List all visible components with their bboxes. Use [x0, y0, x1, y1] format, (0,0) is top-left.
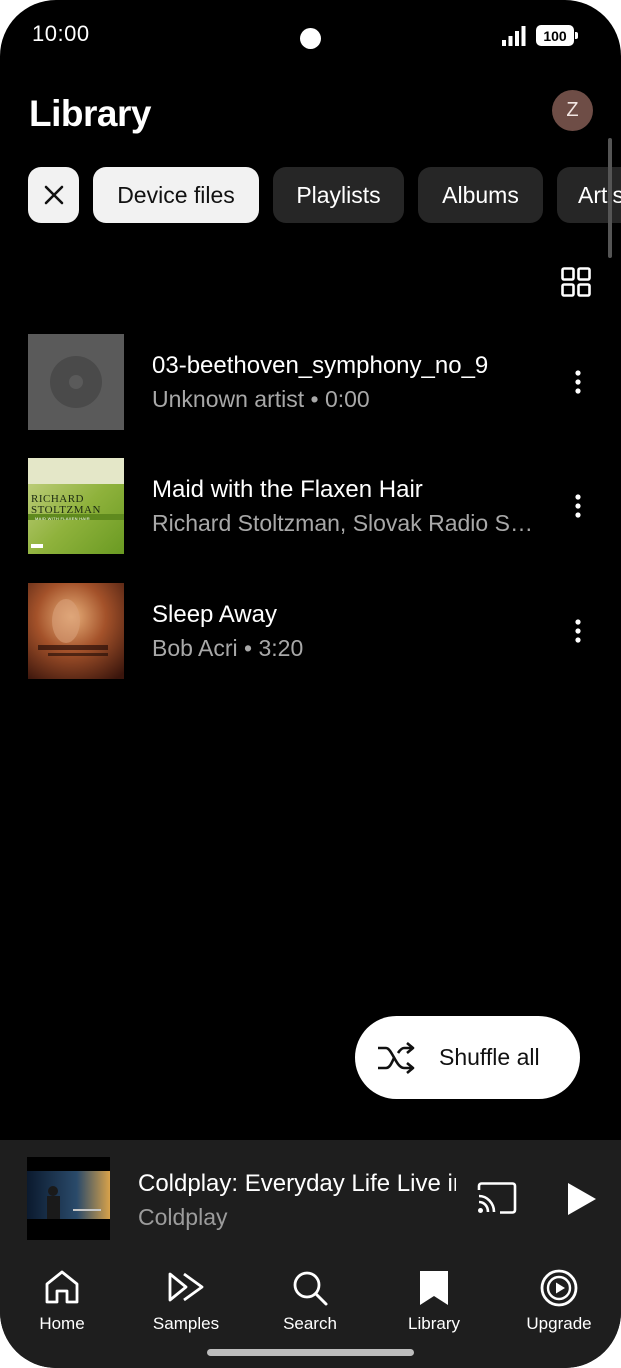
library-icon	[420, 1271, 448, 1305]
album-cover-image	[28, 583, 124, 679]
chip-device-files[interactable]: Device files	[93, 167, 259, 223]
mini-player[interactable]: Coldplay: Everyday Life Live in Jordan C…	[0, 1140, 621, 1258]
now-playing-title: Coldplay: Everyday Life Live in Jordan	[138, 1170, 456, 1197]
nav-upgrade[interactable]: Upgrade	[509, 1258, 609, 1338]
track-title: 03-beethoven_symphony_no_9	[152, 352, 489, 379]
track-title: Maid with the Flaxen Hair	[152, 476, 423, 503]
home-indicator[interactable]	[207, 1349, 414, 1356]
status-time: 10:00	[32, 21, 90, 46]
camera-cutout	[300, 28, 321, 49]
avatar[interactable]: Z	[552, 90, 593, 131]
album-cover-image	[27, 1157, 110, 1240]
battery-icon: 100	[536, 25, 578, 46]
list-item[interactable]: RICHARD STOLTZMAN MAID WITH FLAXEN HAIR …	[0, 458, 621, 554]
phone-screen: 10:00 100 Library Z Device files Playlis…	[0, 0, 621, 1368]
nav-home[interactable]: Home	[12, 1258, 112, 1338]
nav-samples[interactable]: Samples	[136, 1258, 236, 1338]
scrollbar[interactable]	[608, 138, 612, 258]
now-playing-artist: Coldplay	[138, 1204, 228, 1230]
track-subtitle: Bob Acri • 3:20	[152, 635, 304, 661]
album-cover-text-bottom: STOLTZMAN	[31, 504, 101, 516]
filter-chips: Device files Playlists Albums Artists	[0, 167, 621, 223]
nav-label: Samples	[152, 1314, 220, 1333]
track-subtitle: Unknown artist • 0:00	[152, 386, 370, 412]
nav-label: Library	[408, 1314, 460, 1333]
chip-albums[interactable]: Albums	[418, 167, 543, 223]
nav-search[interactable]: Search	[260, 1258, 360, 1338]
now-playing-artwork	[27, 1157, 110, 1240]
nav-library[interactable]: Library	[384, 1258, 484, 1338]
track-artwork	[28, 583, 124, 679]
list-item[interactable]: 03-beethoven_symphony_no_9 Unknown artis…	[0, 334, 621, 430]
clear-filter-button[interactable]	[28, 167, 79, 223]
shuffle-icon	[378, 1041, 415, 1074]
nav-label: Upgrade	[526, 1314, 592, 1333]
list-item[interactable]: Sleep Away Bob Acri • 3:20	[0, 583, 621, 679]
track-subtitle: Richard Stoltzman, Slovak Radio Symphony…	[152, 510, 537, 536]
more-vert-icon[interactable]	[566, 492, 590, 520]
track-artwork: RICHARD STOLTZMAN MAID WITH FLAXEN HAIR	[28, 458, 124, 554]
track-artwork	[28, 334, 124, 430]
close-icon	[44, 185, 63, 205]
upgrade-icon	[540, 1269, 578, 1307]
samples-icon	[168, 1272, 204, 1302]
shuffle-all-button[interactable]: Shuffle all	[355, 1016, 580, 1099]
home-icon	[45, 1270, 79, 1304]
nav-label: Search	[283, 1314, 337, 1333]
more-vert-icon[interactable]	[566, 617, 590, 645]
grid-icon[interactable]	[561, 267, 591, 297]
shuffle-all-label: Shuffle all	[439, 1044, 540, 1070]
track-title: Sleep Away	[152, 601, 277, 628]
chip-playlists[interactable]: Playlists	[273, 167, 404, 223]
play-icon[interactable]	[564, 1181, 598, 1217]
signal-icon	[502, 26, 526, 46]
cast-icon[interactable]	[476, 1181, 518, 1215]
vinyl-placeholder-icon	[28, 334, 124, 430]
search-icon	[293, 1271, 328, 1306]
more-vert-icon[interactable]	[566, 368, 590, 396]
nav-label: Home	[39, 1314, 85, 1333]
album-cover-caption: MAID WITH FLAXEN HAIR	[35, 516, 90, 521]
page-title: Library	[29, 93, 151, 134]
